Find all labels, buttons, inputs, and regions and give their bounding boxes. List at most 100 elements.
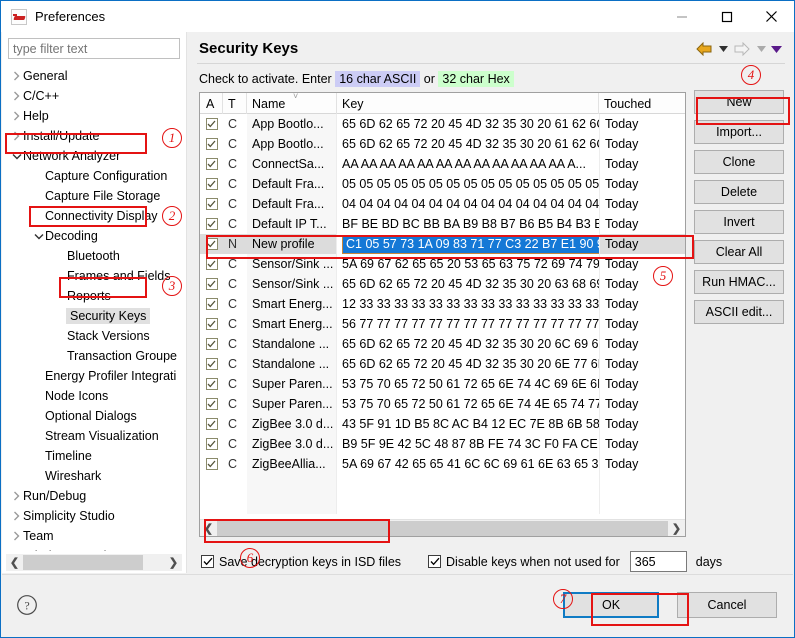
- scroll-thumb[interactable]: [23, 555, 143, 570]
- row-active-checkbox[interactable]: [205, 118, 218, 130]
- sidebar-item-node-icons[interactable]: Node Icons: [2, 386, 186, 406]
- sidebar-item-capture-file-storage[interactable]: Capture File Storage: [2, 186, 186, 206]
- ascii-edit-button[interactable]: ASCII edit...: [694, 300, 784, 324]
- column-header-name[interactable]: Name ˅: [247, 93, 337, 114]
- table-row[interactable]: C Standalone ... 65 6D 62 65 72 20 45 4D 3…: [200, 334, 685, 354]
- import-button[interactable]: Import...: [694, 120, 784, 144]
- row-active-checkbox[interactable]: [205, 178, 218, 190]
- table-row[interactable]: C Super Paren... 53 75 70 65 72 50 61 72 6…: [200, 394, 685, 414]
- tree-horizontal-scrollbar[interactable]: ❮ ❯: [6, 554, 182, 571]
- cell-key[interactable]: 53 75 70 65 72 50 61 72 65 6E 74 4E 65 7…: [337, 394, 599, 414]
- row-active-checkbox[interactable]: [205, 218, 218, 230]
- sidebar-item-security-keys[interactable]: Security Keys: [2, 306, 186, 326]
- sidebar-item-c-c[interactable]: C/C++: [2, 86, 186, 106]
- invert-button[interactable]: Invert: [694, 210, 784, 234]
- cell-key[interactable]: 04 04 04 04 04 04 04 04 04 04 04 04 04 0…: [337, 194, 599, 214]
- sidebar-item-install-update[interactable]: Install/Update: [2, 126, 186, 146]
- cell-active[interactable]: [200, 414, 223, 434]
- table-row[interactable]: C ZigBee 3.0 d... B9 5F 9E 42 5C 48 87 8B …: [200, 434, 685, 454]
- column-header-type[interactable]: T: [223, 93, 247, 114]
- table-scroll-thumb[interactable]: [217, 520, 668, 536]
- cell-key[interactable]: 43 5F 91 1D B5 8C AC B4 12 EC 7E 8B 6B 5…: [337, 414, 599, 434]
- column-header-touched[interactable]: Touched: [599, 93, 685, 114]
- table-scroll-right-icon[interactable]: ❯: [668, 520, 685, 537]
- sidebar-item-network-analyzer[interactable]: Network Analyzer: [2, 146, 186, 166]
- preferences-tree[interactable]: General C/C++ Help Install/Update Network An…: [2, 66, 186, 551]
- column-header-active[interactable]: A: [200, 93, 223, 114]
- cell-active[interactable]: [200, 154, 223, 174]
- cell-name[interactable]: Standalone ...: [247, 334, 337, 354]
- row-active-checkbox[interactable]: [205, 298, 218, 310]
- sidebar-item-stream-visualization[interactable]: Stream Visualization: [2, 426, 186, 446]
- view-menu-caret-icon[interactable]: [769, 39, 783, 59]
- chevron-down-icon[interactable]: [10, 153, 23, 160]
- column-header-key[interactable]: Key: [337, 93, 599, 114]
- cell-active[interactable]: [200, 454, 223, 474]
- row-active-checkbox[interactable]: [205, 458, 218, 470]
- sidebar-item-reports[interactable]: Reports: [2, 286, 186, 306]
- cell-name[interactable]: Default Fra...: [247, 174, 337, 194]
- cell-active[interactable]: [200, 294, 223, 314]
- row-active-checkbox[interactable]: [205, 438, 218, 450]
- new-button[interactable]: New: [694, 90, 784, 114]
- sidebar-item-bluetooth[interactable]: Bluetooth: [2, 246, 186, 266]
- back-dropdown-caret-icon[interactable]: [716, 39, 730, 59]
- back-arrow-icon[interactable]: [693, 39, 715, 59]
- filter-input[interactable]: [8, 38, 180, 59]
- row-active-checkbox[interactable]: [205, 378, 218, 390]
- cell-active[interactable]: [200, 374, 223, 394]
- table-row[interactable]: C Super Paren... 53 75 70 65 72 50 61 72 6…: [200, 374, 685, 394]
- table-row[interactable]: N New profile C1 05 57 73 1A 09 83 71 77 C…: [200, 234, 685, 254]
- close-button[interactable]: [749, 1, 794, 32]
- cell-key[interactable]: 65 6D 62 65 72 20 45 4D 32 35 30 20 6C 6…: [337, 334, 599, 354]
- cell-key[interactable]: C1 05 57 73 1A 09 83 71 77 C3 22 B7 E1 9…: [337, 234, 599, 254]
- cell-key[interactable]: 65 6D 62 65 72 20 45 4D 32 35 30 20 61 6…: [337, 134, 599, 154]
- cell-key[interactable]: 53 75 70 65 72 50 61 72 65 6E 74 4C 69 6…: [337, 374, 599, 394]
- sidebar-item-decoding[interactable]: Decoding: [2, 226, 186, 246]
- scroll-track[interactable]: [23, 554, 165, 571]
- cell-active[interactable]: [200, 434, 223, 454]
- row-active-checkbox[interactable]: [205, 238, 218, 250]
- row-active-checkbox[interactable]: [205, 398, 218, 410]
- cell-active[interactable]: [200, 334, 223, 354]
- cell-active[interactable]: [200, 234, 223, 254]
- sidebar-item-simplicity-studio[interactable]: Simplicity Studio: [2, 506, 186, 526]
- cell-active[interactable]: [200, 354, 223, 374]
- forward-arrow-icon[interactable]: [731, 39, 753, 59]
- chevron-right-icon[interactable]: [10, 491, 23, 501]
- sidebar-item-transaction-groupe[interactable]: Transaction Groupe: [2, 346, 186, 366]
- scroll-right-icon[interactable]: ❯: [165, 554, 182, 571]
- scroll-left-icon[interactable]: ❮: [6, 554, 23, 571]
- cell-name[interactable]: Super Paren...: [247, 374, 337, 394]
- cell-key[interactable]: 65 6D 62 65 72 20 45 4D 32 35 30 20 6E 7…: [337, 354, 599, 374]
- chevron-right-icon[interactable]: [10, 511, 23, 521]
- cell-key[interactable]: 65 6D 62 65 72 20 45 4D 32 35 30 20 61 6…: [337, 114, 599, 134]
- cancel-button[interactable]: Cancel: [677, 592, 777, 618]
- cell-active[interactable]: [200, 254, 223, 274]
- cell-name[interactable]: Default IP T...: [247, 214, 337, 234]
- cell-key[interactable]: 56 77 77 77 77 77 77 77 77 77 77 77 77 7…: [337, 314, 599, 334]
- table-row[interactable]: C Default Fra... 05 05 05 05 05 05 05 05 0…: [200, 174, 685, 194]
- row-active-checkbox[interactable]: [205, 138, 218, 150]
- cell-name[interactable]: App Bootlo...: [247, 114, 337, 134]
- cell-name[interactable]: New profile: [247, 234, 337, 254]
- cell-active[interactable]: [200, 134, 223, 154]
- disable-keys-checkbox[interactable]: Disable keys when not used for: [428, 555, 620, 569]
- row-active-checkbox[interactable]: [205, 258, 218, 270]
- help-icon[interactable]: ?: [16, 594, 38, 616]
- cell-key[interactable]: AA AA AA AA AA AA AA AA AA AA AA AA A...: [337, 154, 599, 174]
- cell-active[interactable]: [200, 274, 223, 294]
- days-input[interactable]: [629, 551, 687, 572]
- cell-key[interactable]: B9 5F 9E 42 5C 48 87 8B FE 74 3C F0 FA C…: [337, 434, 599, 454]
- cell-key[interactable]: BF BE BD BC BB BA B9 B8 B7 B6 B5 B4 B3 B…: [337, 214, 599, 234]
- table-row[interactable]: C ZigBee 3.0 d... 43 5F 91 1D B5 8C AC B4 …: [200, 414, 685, 434]
- sidebar-item-energy-profiler-integrati[interactable]: Energy Profiler Integrati: [2, 366, 186, 386]
- cell-name[interactable]: ZigBee 3.0 d...: [247, 434, 337, 454]
- cell-name[interactable]: Smart Energ...: [247, 294, 337, 314]
- cell-active[interactable]: [200, 314, 223, 334]
- table-row[interactable]: C Default Fra... 04 04 04 04 04 04 04 04 0…: [200, 194, 685, 214]
- chevron-right-icon[interactable]: [10, 91, 23, 101]
- sidebar-item-connectivity-display[interactable]: Connectivity Display: [2, 206, 186, 226]
- disable-keys-checkbox-box[interactable]: [428, 555, 442, 568]
- cell-key[interactable]: 12 33 33 33 33 33 33 33 33 33 33 33 33 3…: [337, 294, 599, 314]
